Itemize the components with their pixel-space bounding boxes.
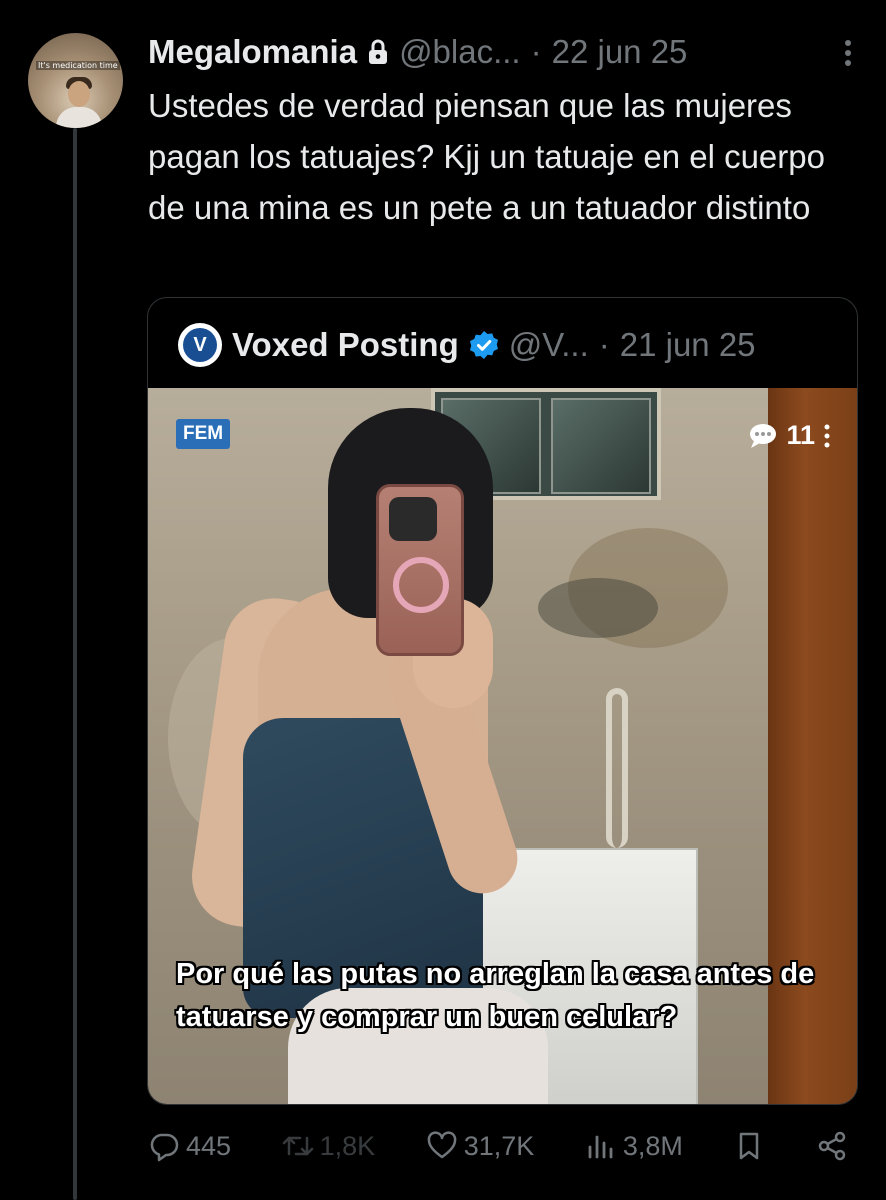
phone xyxy=(376,484,464,656)
avatar-caption: It's medication time xyxy=(36,61,120,70)
views-button[interactable]: 3,8M xyxy=(585,1130,683,1162)
quote-date[interactable]: 21 jun 25 xyxy=(620,326,756,364)
comment-count: 11 xyxy=(748,420,831,451)
lock-icon xyxy=(367,39,389,65)
verified-badge-icon xyxy=(469,331,498,359)
quote-separator: · xyxy=(598,326,610,363)
tweet-text: Ustedes de verdad piensan que las mujere… xyxy=(148,87,825,226)
bookmark-button[interactable] xyxy=(733,1130,765,1162)
tweet-header: Megalomania @blac... · 22 jun 25 xyxy=(148,30,846,74)
reply-icon xyxy=(150,1133,179,1162)
tweet-separator: · xyxy=(530,33,542,70)
reply-button[interactable]: 445 xyxy=(148,1130,231,1162)
comment-count-value: 11 xyxy=(786,420,815,450)
share-button[interactable] xyxy=(816,1130,848,1162)
quote-avatar-letter: V xyxy=(183,328,217,362)
quoted-tweet[interactable]: V Voxed Posting @V... · 21 jun 25 FEM 11… xyxy=(147,297,858,1105)
quote-author-handle[interactable]: @V... xyxy=(509,326,589,364)
thread-line xyxy=(73,128,77,1200)
like-button[interactable]: 31,7K xyxy=(426,1130,535,1162)
quote-avatar[interactable]: V xyxy=(178,323,222,367)
quote-media-image[interactable]: FEM 11 Por qué las putas no arreglan la … xyxy=(148,388,857,1104)
more-options-icon[interactable] xyxy=(838,38,858,68)
bookmark-icon xyxy=(740,1132,759,1160)
quote-header: V Voxed Posting @V... · 21 jun 25 xyxy=(178,322,827,368)
share-icon xyxy=(818,1131,846,1161)
views-count: 3,8M xyxy=(622,1130,683,1161)
meme-caption: Por qué las putas no arreglan la casa an… xyxy=(176,958,815,1033)
quote-author-name[interactable]: Voxed Posting xyxy=(232,326,459,364)
analytics-icon xyxy=(588,1135,613,1159)
author-name[interactable]: Megalomania xyxy=(148,33,357,71)
repost-button[interactable]: 1,8K xyxy=(282,1130,376,1162)
author-handle[interactable]: @blac... xyxy=(399,33,521,71)
chat-bubble-icon xyxy=(750,423,777,448)
action-bar: 445 1,8K 31,7K 3,8M xyxy=(148,1122,848,1170)
more-vertical-icon xyxy=(824,424,830,447)
category-badge: FEM xyxy=(176,419,231,449)
heart-icon xyxy=(427,1131,457,1159)
repost-icon xyxy=(282,1136,313,1156)
avatar[interactable]: It's medication time xyxy=(28,33,123,128)
like-count: 31,7K xyxy=(463,1130,535,1161)
tweet-date[interactable]: 22 jun 25 xyxy=(552,33,688,71)
repost-count: 1,8K xyxy=(319,1130,376,1161)
reply-count: 445 xyxy=(186,1130,232,1161)
